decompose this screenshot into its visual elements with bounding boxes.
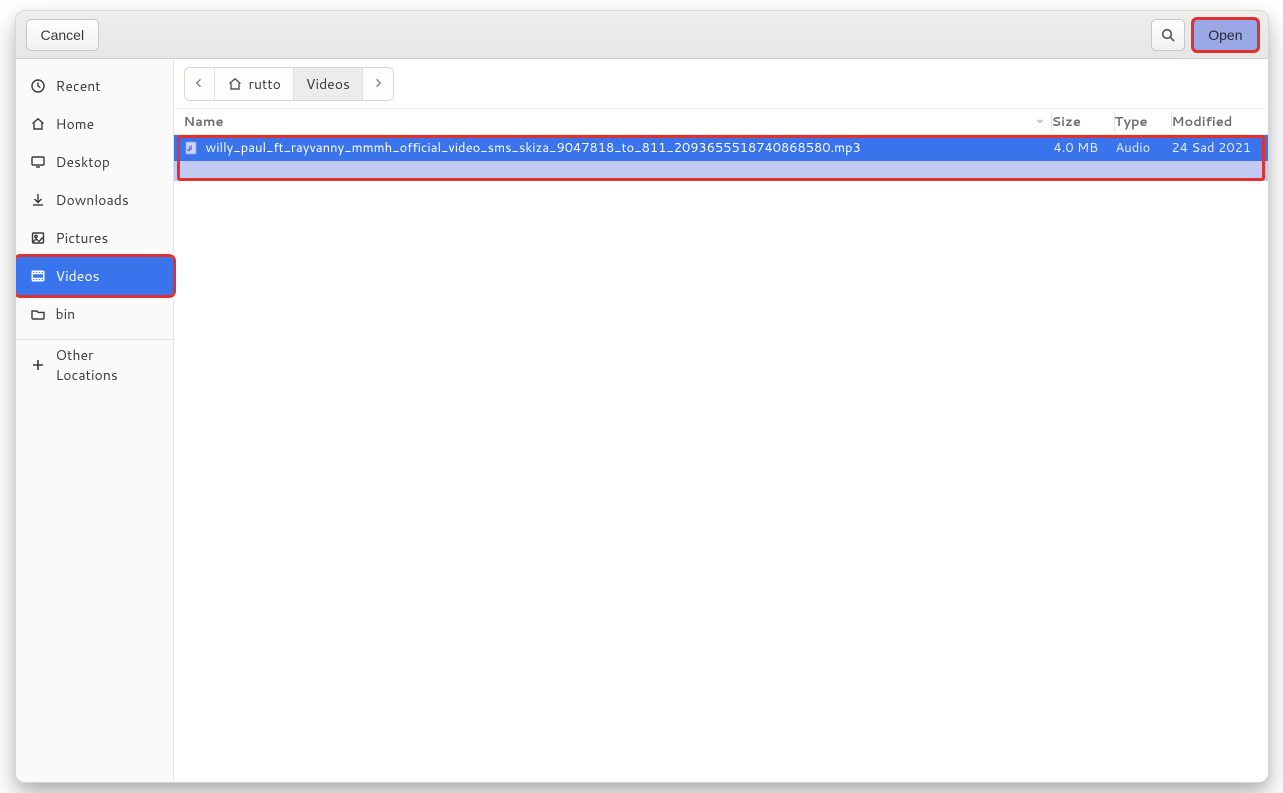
pathbar: rutto Videos [184,67,394,101]
sidebar-item-label: Pictures [56,228,109,248]
main-pane: rutto Videos Name [174,59,1268,782]
column-header-label: Type [1115,113,1148,131]
home-icon [227,76,243,92]
sidebar-item-label: Other Locations [56,345,159,385]
path-back-button[interactable] [185,68,215,100]
places-sidebar: Recent Home Desktop Downloads [16,59,174,782]
home-icon [30,116,46,132]
path-segment-label: Videos [306,74,350,94]
file-list: willy_paul_ft_rayvanny_mmmh_official_vid… [174,135,1268,181]
sidebar-item-recent[interactable]: Recent [16,67,173,105]
path-forward-button[interactable] [363,68,393,100]
download-icon [30,192,46,208]
path-segment-label: rutto [249,74,281,94]
sidebar-item-bin[interactable]: bin [16,295,173,333]
sidebar-item-label: Videos [56,266,100,286]
sidebar-item-home[interactable]: Home [16,105,173,143]
folder-icon [30,306,46,322]
column-header-type[interactable]: Type [1115,113,1171,131]
file-chooser-dialog: Cancel Open Recent [15,10,1269,783]
sidebar-item-label: Desktop [56,152,110,172]
sidebar-item-pictures[interactable]: Pictures [16,219,173,257]
open-button[interactable]: Open [1193,19,1257,51]
file-list-header: Name Size Type Modified [174,109,1268,135]
search-icon [1160,27,1176,43]
column-header-label: Name [184,113,224,131]
sidebar-item-label: Downloads [56,190,129,210]
file-type: Audio [1116,139,1172,157]
sidebar-separator [16,339,173,340]
file-size: 4.0 MB [1054,139,1116,157]
sidebar-item-downloads[interactable]: Downloads [16,181,173,219]
cancel-button[interactable]: Cancel [26,19,100,51]
clock-icon [30,78,46,94]
sidebar-item-other-locations[interactable]: Other Locations [16,346,173,384]
file-row[interactable]: willy_paul_ft_rayvanny_mmmh_official_vid… [174,135,1268,161]
sidebar-item-desktop[interactable]: Desktop [16,143,173,181]
column-header-label: Modified [1172,113,1233,131]
desktop-icon [30,154,46,170]
path-segment-videos[interactable]: Videos [294,68,363,100]
sidebar-item-label: Home [56,114,95,134]
column-header-modified[interactable]: Modified [1172,113,1268,131]
column-header-label: Size [1052,113,1081,131]
video-icon [30,268,46,284]
column-header-name[interactable]: Name [174,113,1051,131]
file-name: willy_paul_ft_rayvanny_mmmh_official_vid… [206,139,861,157]
sort-indicator-icon [1035,113,1045,131]
file-list-alt-row [174,161,1268,181]
sidebar-item-label: bin [56,304,76,324]
pathbar-row: rutto Videos [174,59,1268,109]
column-header-size[interactable]: Size [1052,113,1114,131]
search-button[interactable] [1151,19,1185,51]
picture-icon [30,230,46,246]
chevron-left-icon [193,74,205,94]
headerbar: Cancel Open [16,11,1268,59]
file-modified: 24 Sad 2021 [1172,139,1268,157]
plus-icon [30,357,46,373]
cancel-button-label: Cancel [41,27,85,43]
chevron-right-icon [372,74,384,94]
audio-file-icon [184,141,198,155]
path-segment-home[interactable]: rutto [215,68,294,100]
sidebar-item-label: Recent [56,76,101,96]
open-button-label: Open [1208,27,1242,43]
sidebar-item-videos[interactable]: Videos [16,257,173,295]
